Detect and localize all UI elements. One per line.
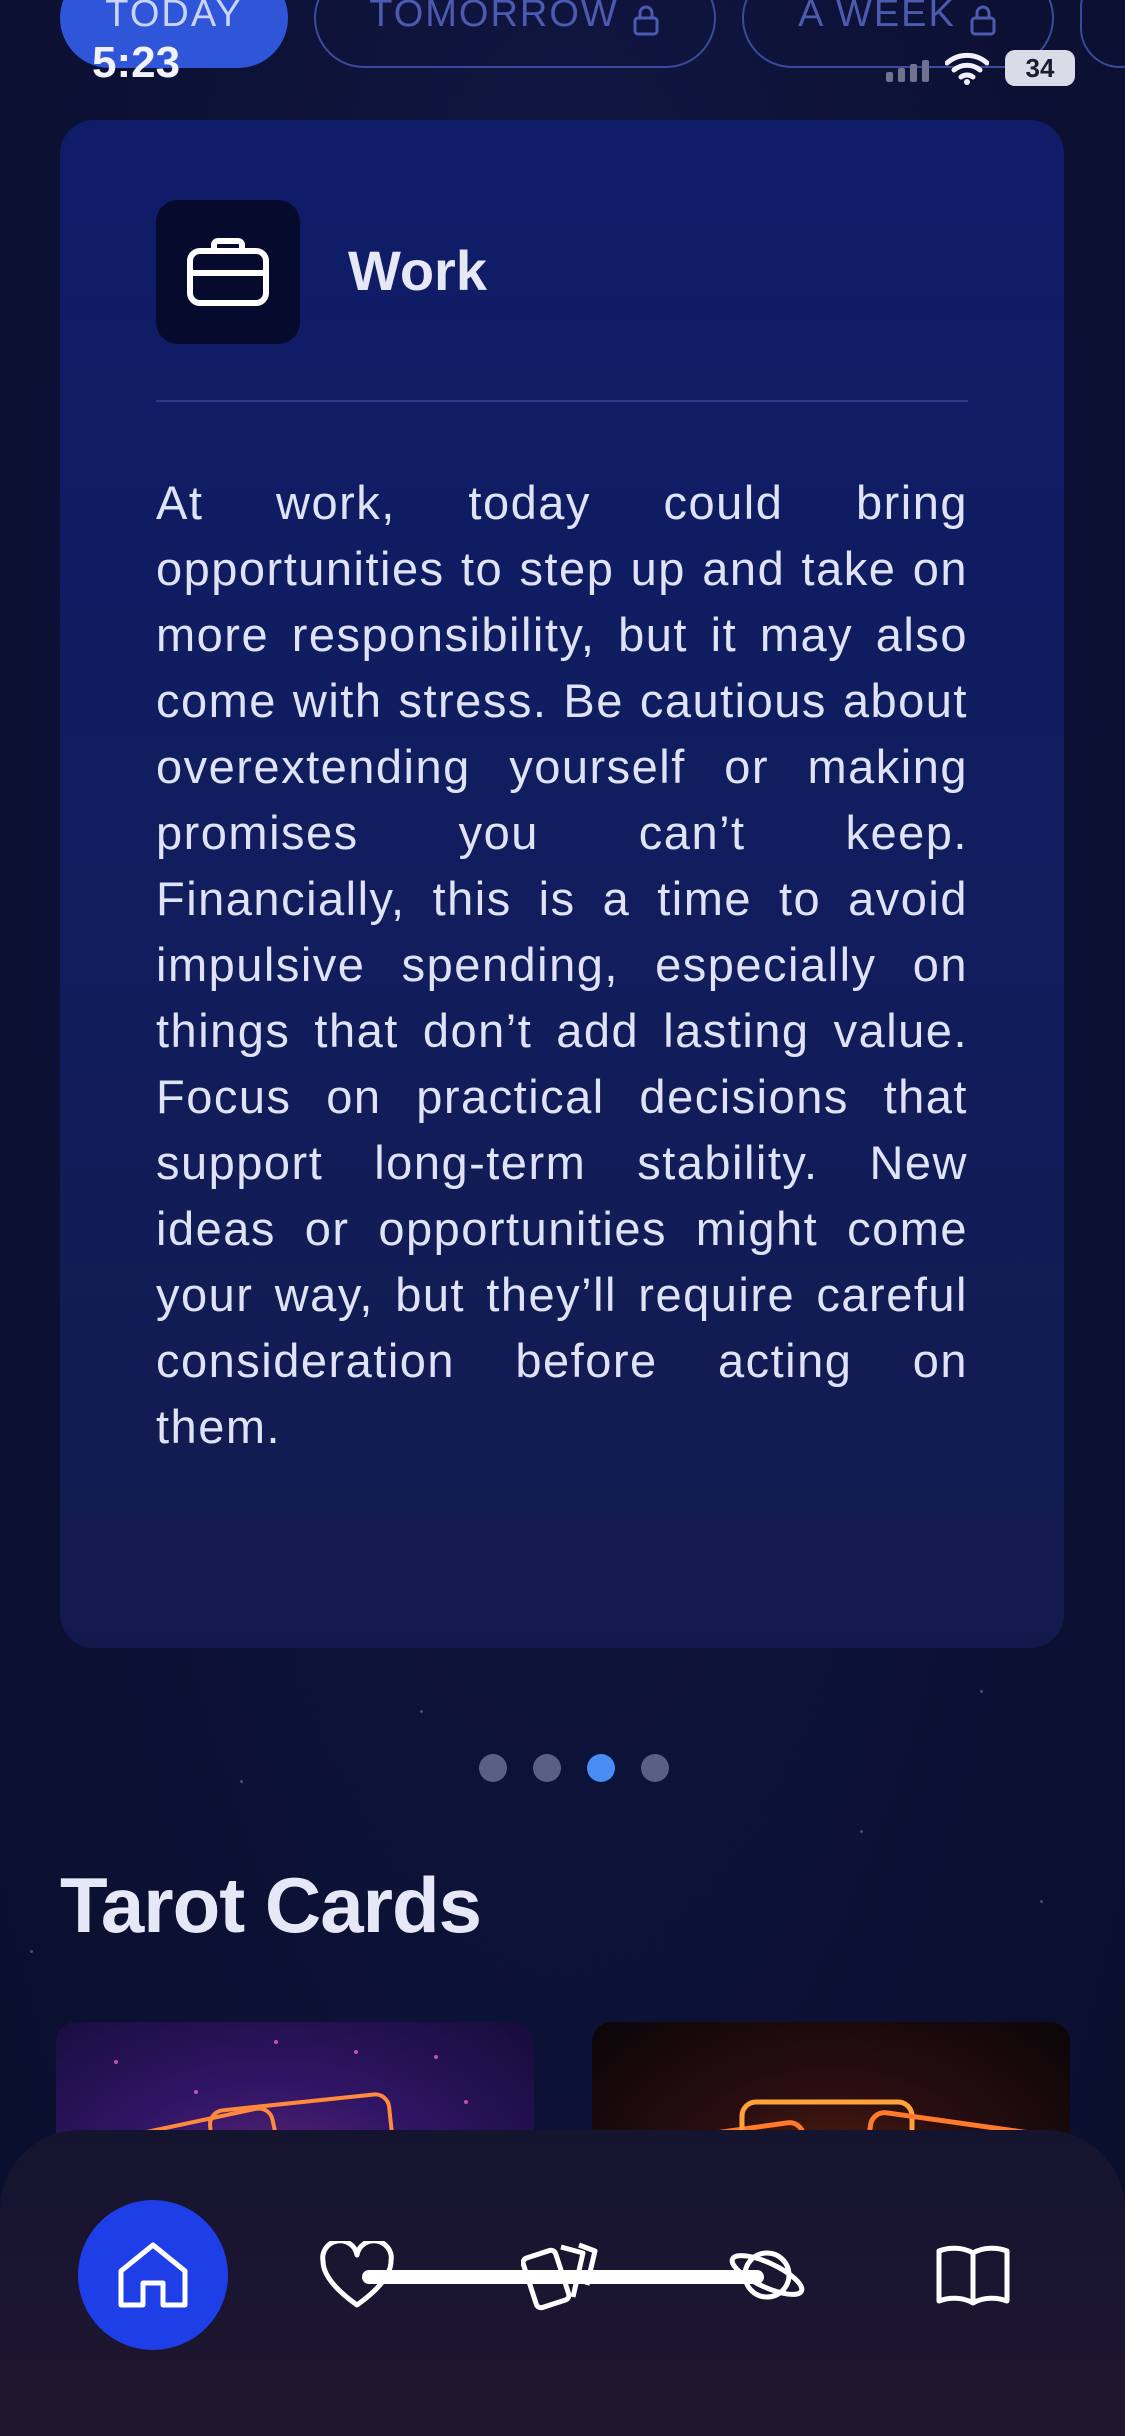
pagination-dot-active[interactable] — [586, 1754, 615, 1782]
wifi-icon — [945, 52, 989, 85]
tab-tomorrow[interactable]: TOMORROW — [314, 0, 716, 68]
card-body-text: At work, today could bring opportunities… — [156, 476, 968, 1453]
home-indicator[interactable] — [362, 2270, 764, 2284]
tab-today-label: TODAY — [105, 0, 243, 35]
lock-icon — [970, 5, 996, 36]
tab-tomorrow-label: TOMORROW — [369, 0, 619, 35]
battery-indicator: 34 — [1005, 50, 1075, 86]
tab-more[interactable] — [1080, 0, 1125, 68]
tab-a-week-label: A WEEK — [798, 0, 956, 35]
status-icons: 34 — [886, 50, 1075, 86]
nav-home[interactable] — [78, 2200, 228, 2350]
lock-icon — [633, 5, 659, 36]
book-icon — [936, 2245, 1010, 2306]
card-divider — [156, 400, 968, 402]
battery-level: 34 — [1025, 52, 1055, 83]
cellular-signal-icon — [886, 54, 929, 82]
briefcase-icon — [187, 238, 269, 306]
carousel-pagination — [0, 1754, 1125, 1782]
card-title: Work — [348, 239, 487, 302]
pagination-dot[interactable] — [640, 1754, 669, 1782]
pagination-dot[interactable] — [478, 1754, 507, 1782]
nav-guide[interactable] — [898, 2200, 1048, 2350]
section-title-tarot: Tarot Cards — [60, 1861, 482, 1949]
home-icon — [118, 2242, 188, 2308]
status-time: 5:23 — [92, 38, 181, 87]
horoscope-card: Work At work, today could bring opportun… — [60, 120, 1064, 1648]
pagination-dot[interactable] — [532, 1754, 561, 1782]
card-icon-box — [156, 200, 300, 344]
